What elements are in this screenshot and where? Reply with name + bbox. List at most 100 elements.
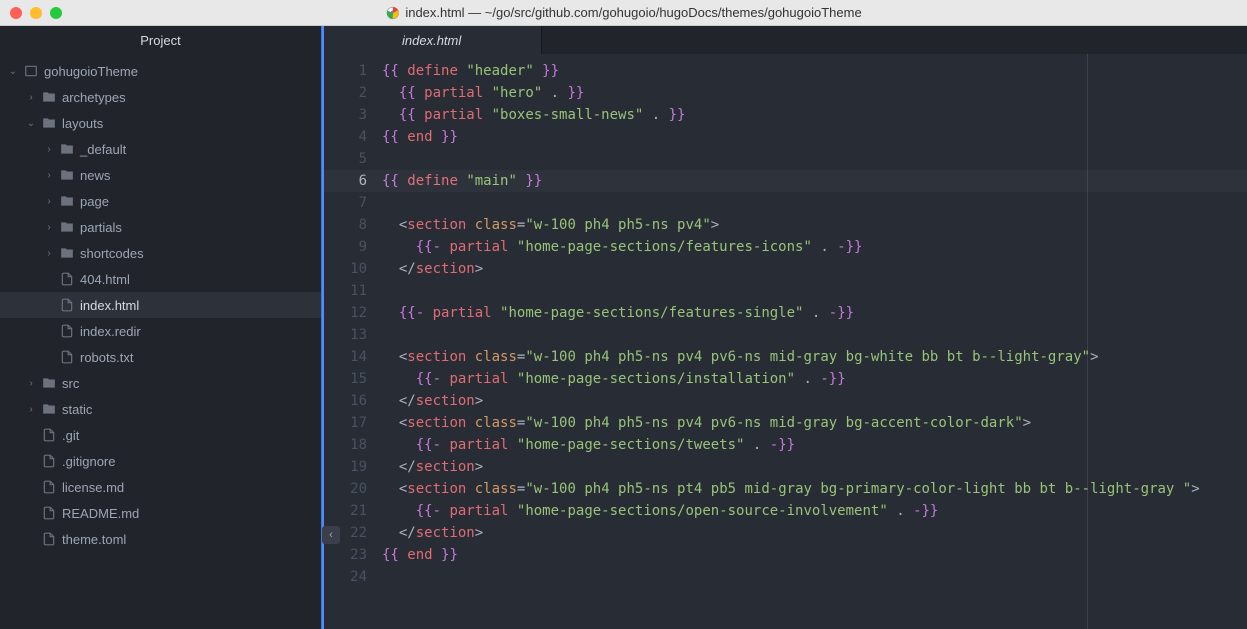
file-icon — [41, 427, 57, 443]
code-line[interactable] — [382, 324, 1247, 346]
tree-item-layouts[interactable]: ⌄ layouts — [0, 110, 321, 136]
tree-item-partials[interactable]: › partials — [0, 214, 321, 240]
tree-item-license-md[interactable]: license.md — [0, 474, 321, 500]
tree-item-readme-md[interactable]: README.md — [0, 500, 321, 526]
title-bar: index.html — ~/go/src/github.com/gohugoi… — [0, 0, 1247, 26]
code-line[interactable]: {{ end }} — [382, 126, 1247, 148]
code-line[interactable]: <section class="w-100 ph4 ph5-ns pv4"> — [382, 214, 1247, 236]
tree-item-src[interactable]: ›src — [0, 370, 321, 396]
code-line[interactable]: </section> — [382, 258, 1247, 280]
line-number: 21 — [322, 500, 367, 522]
file-icon — [59, 323, 75, 339]
line-number: 16 — [322, 390, 367, 412]
tree-item--gitignore[interactable]: .gitignore — [0, 448, 321, 474]
tree-item-label: partials — [80, 220, 122, 235]
line-number: 2 — [322, 82, 367, 104]
window-controls — [10, 7, 62, 19]
tab-index-html[interactable]: index.html — [322, 26, 542, 54]
line-number: 1 — [322, 60, 367, 82]
code-line[interactable]: {{ define "header" }} — [382, 60, 1247, 82]
code-content[interactable]: {{ define "header" }} {{ partial "hero" … — [382, 54, 1247, 629]
maximize-window-button[interactable] — [50, 7, 62, 19]
code-line[interactable]: {{ partial "boxes-small-news" . }} — [382, 104, 1247, 126]
folder-icon — [59, 245, 75, 261]
folder-icon — [59, 193, 75, 209]
chevron-icon: ⌄ — [26, 118, 36, 129]
tree-item-label: static — [62, 402, 92, 417]
tree-item-404-html[interactable]: 404.html — [0, 266, 321, 292]
line-number: 5 — [322, 148, 367, 170]
line-number: 4 — [322, 126, 367, 148]
code-line[interactable] — [382, 280, 1247, 302]
chevron-icon: › — [44, 222, 54, 233]
code-line[interactable]: {{- partial "home-page-sections/open-sou… — [382, 500, 1247, 522]
tree-item-label: layouts — [62, 116, 103, 131]
line-number: 18 — [322, 434, 367, 456]
minimize-window-button[interactable] — [30, 7, 42, 19]
code-line[interactable] — [382, 566, 1247, 588]
tree-item-page[interactable]: ›page — [0, 188, 321, 214]
browser-icon — [385, 6, 399, 20]
file-icon — [41, 505, 57, 521]
code-line[interactable]: </section> — [382, 522, 1247, 544]
code-line[interactable]: </section> — [382, 390, 1247, 412]
tree-item-label: _default — [80, 142, 126, 157]
folder-icon — [59, 219, 75, 235]
fold-indicator-icon[interactable]: ‹ — [322, 526, 340, 544]
tree-item-label: index.html — [80, 298, 139, 313]
close-window-button[interactable] — [10, 7, 22, 19]
code-line[interactable]: {{ partial "hero" . }} — [382, 82, 1247, 104]
window-title-text: index.html — ~/go/src/github.com/gohugoi… — [405, 5, 861, 20]
code-line[interactable]: {{- partial "home-page-sections/tweets" … — [382, 434, 1247, 456]
line-number: 9 — [322, 236, 367, 258]
code-line[interactable]: <section class="w-100 ph4 ph5-ns pv4 pv6… — [382, 346, 1247, 368]
tree-item-theme-toml[interactable]: theme.toml — [0, 526, 321, 552]
tree-item-label: theme.toml — [62, 532, 126, 547]
tree-item-shortcodes[interactable]: ›shortcodes — [0, 240, 321, 266]
tree-item-label: license.md — [62, 480, 124, 495]
file-icon — [41, 531, 57, 547]
code-line[interactable]: </section> — [382, 456, 1247, 478]
tree-item-static[interactable]: ›static — [0, 396, 321, 422]
line-number: 19 — [322, 456, 367, 478]
line-number: 23 — [322, 544, 367, 566]
code-line[interactable]: <section class="w-100 ph4 ph5-ns pv4 pv6… — [382, 412, 1247, 434]
project-icon — [23, 63, 39, 79]
tree-item-archetypes[interactable]: ›archetypes — [0, 84, 321, 110]
tree-item--default[interactable]: › _default — [0, 136, 321, 162]
code-line[interactable] — [382, 192, 1247, 214]
line-number: 14 — [322, 346, 367, 368]
tree-item-news[interactable]: › news — [0, 162, 321, 188]
code-line[interactable]: {{- partial "home-page-sections/features… — [382, 302, 1247, 324]
folder-icon — [41, 89, 57, 105]
tree-item-robots-txt[interactable]: robots.txt — [0, 344, 321, 370]
line-number: 17 — [322, 412, 367, 434]
tree-item-label: shortcodes — [80, 246, 144, 261]
folder-icon — [41, 375, 57, 391]
tree-item-gohugoiotheme[interactable]: ⌄gohugoioTheme — [0, 58, 321, 84]
tree-item-index-redir[interactable]: index.redir — [0, 318, 321, 344]
line-number: 8 — [322, 214, 367, 236]
chevron-icon: › — [44, 144, 54, 155]
line-number: 3 — [322, 104, 367, 126]
window-title: index.html — ~/go/src/github.com/gohugoi… — [385, 5, 861, 20]
chevron-icon: › — [44, 196, 54, 207]
code-line[interactable]: <section class="w-100 ph4 ph5-ns pt4 pb5… — [382, 478, 1247, 500]
chevron-icon: › — [26, 378, 36, 389]
file-icon — [59, 349, 75, 365]
code-line[interactable]: {{- partial "home-page-sections/features… — [382, 236, 1247, 258]
code-line[interactable]: {{ define "main" }} — [382, 170, 1247, 192]
project-sidebar: Project ⌄gohugoioTheme›archetypes⌄layout… — [0, 26, 322, 629]
tree-item-label: news — [80, 168, 110, 183]
code-line[interactable]: {{- partial "home-page-sections/installa… — [382, 368, 1247, 390]
tree-item-index-html[interactable]: index.html — [0, 292, 321, 318]
code-editor[interactable]: 123456789101112131415161718192021222324 … — [322, 54, 1247, 629]
chevron-icon: ⌄ — [8, 66, 18, 77]
code-line[interactable] — [382, 148, 1247, 170]
chevron-icon: › — [44, 170, 54, 181]
tab-bar: index.html — [322, 26, 1247, 54]
tree-item--git[interactable]: .git — [0, 422, 321, 448]
tab-label: index.html — [402, 33, 461, 48]
file-icon — [41, 453, 57, 469]
code-line[interactable]: {{ end }} — [382, 544, 1247, 566]
